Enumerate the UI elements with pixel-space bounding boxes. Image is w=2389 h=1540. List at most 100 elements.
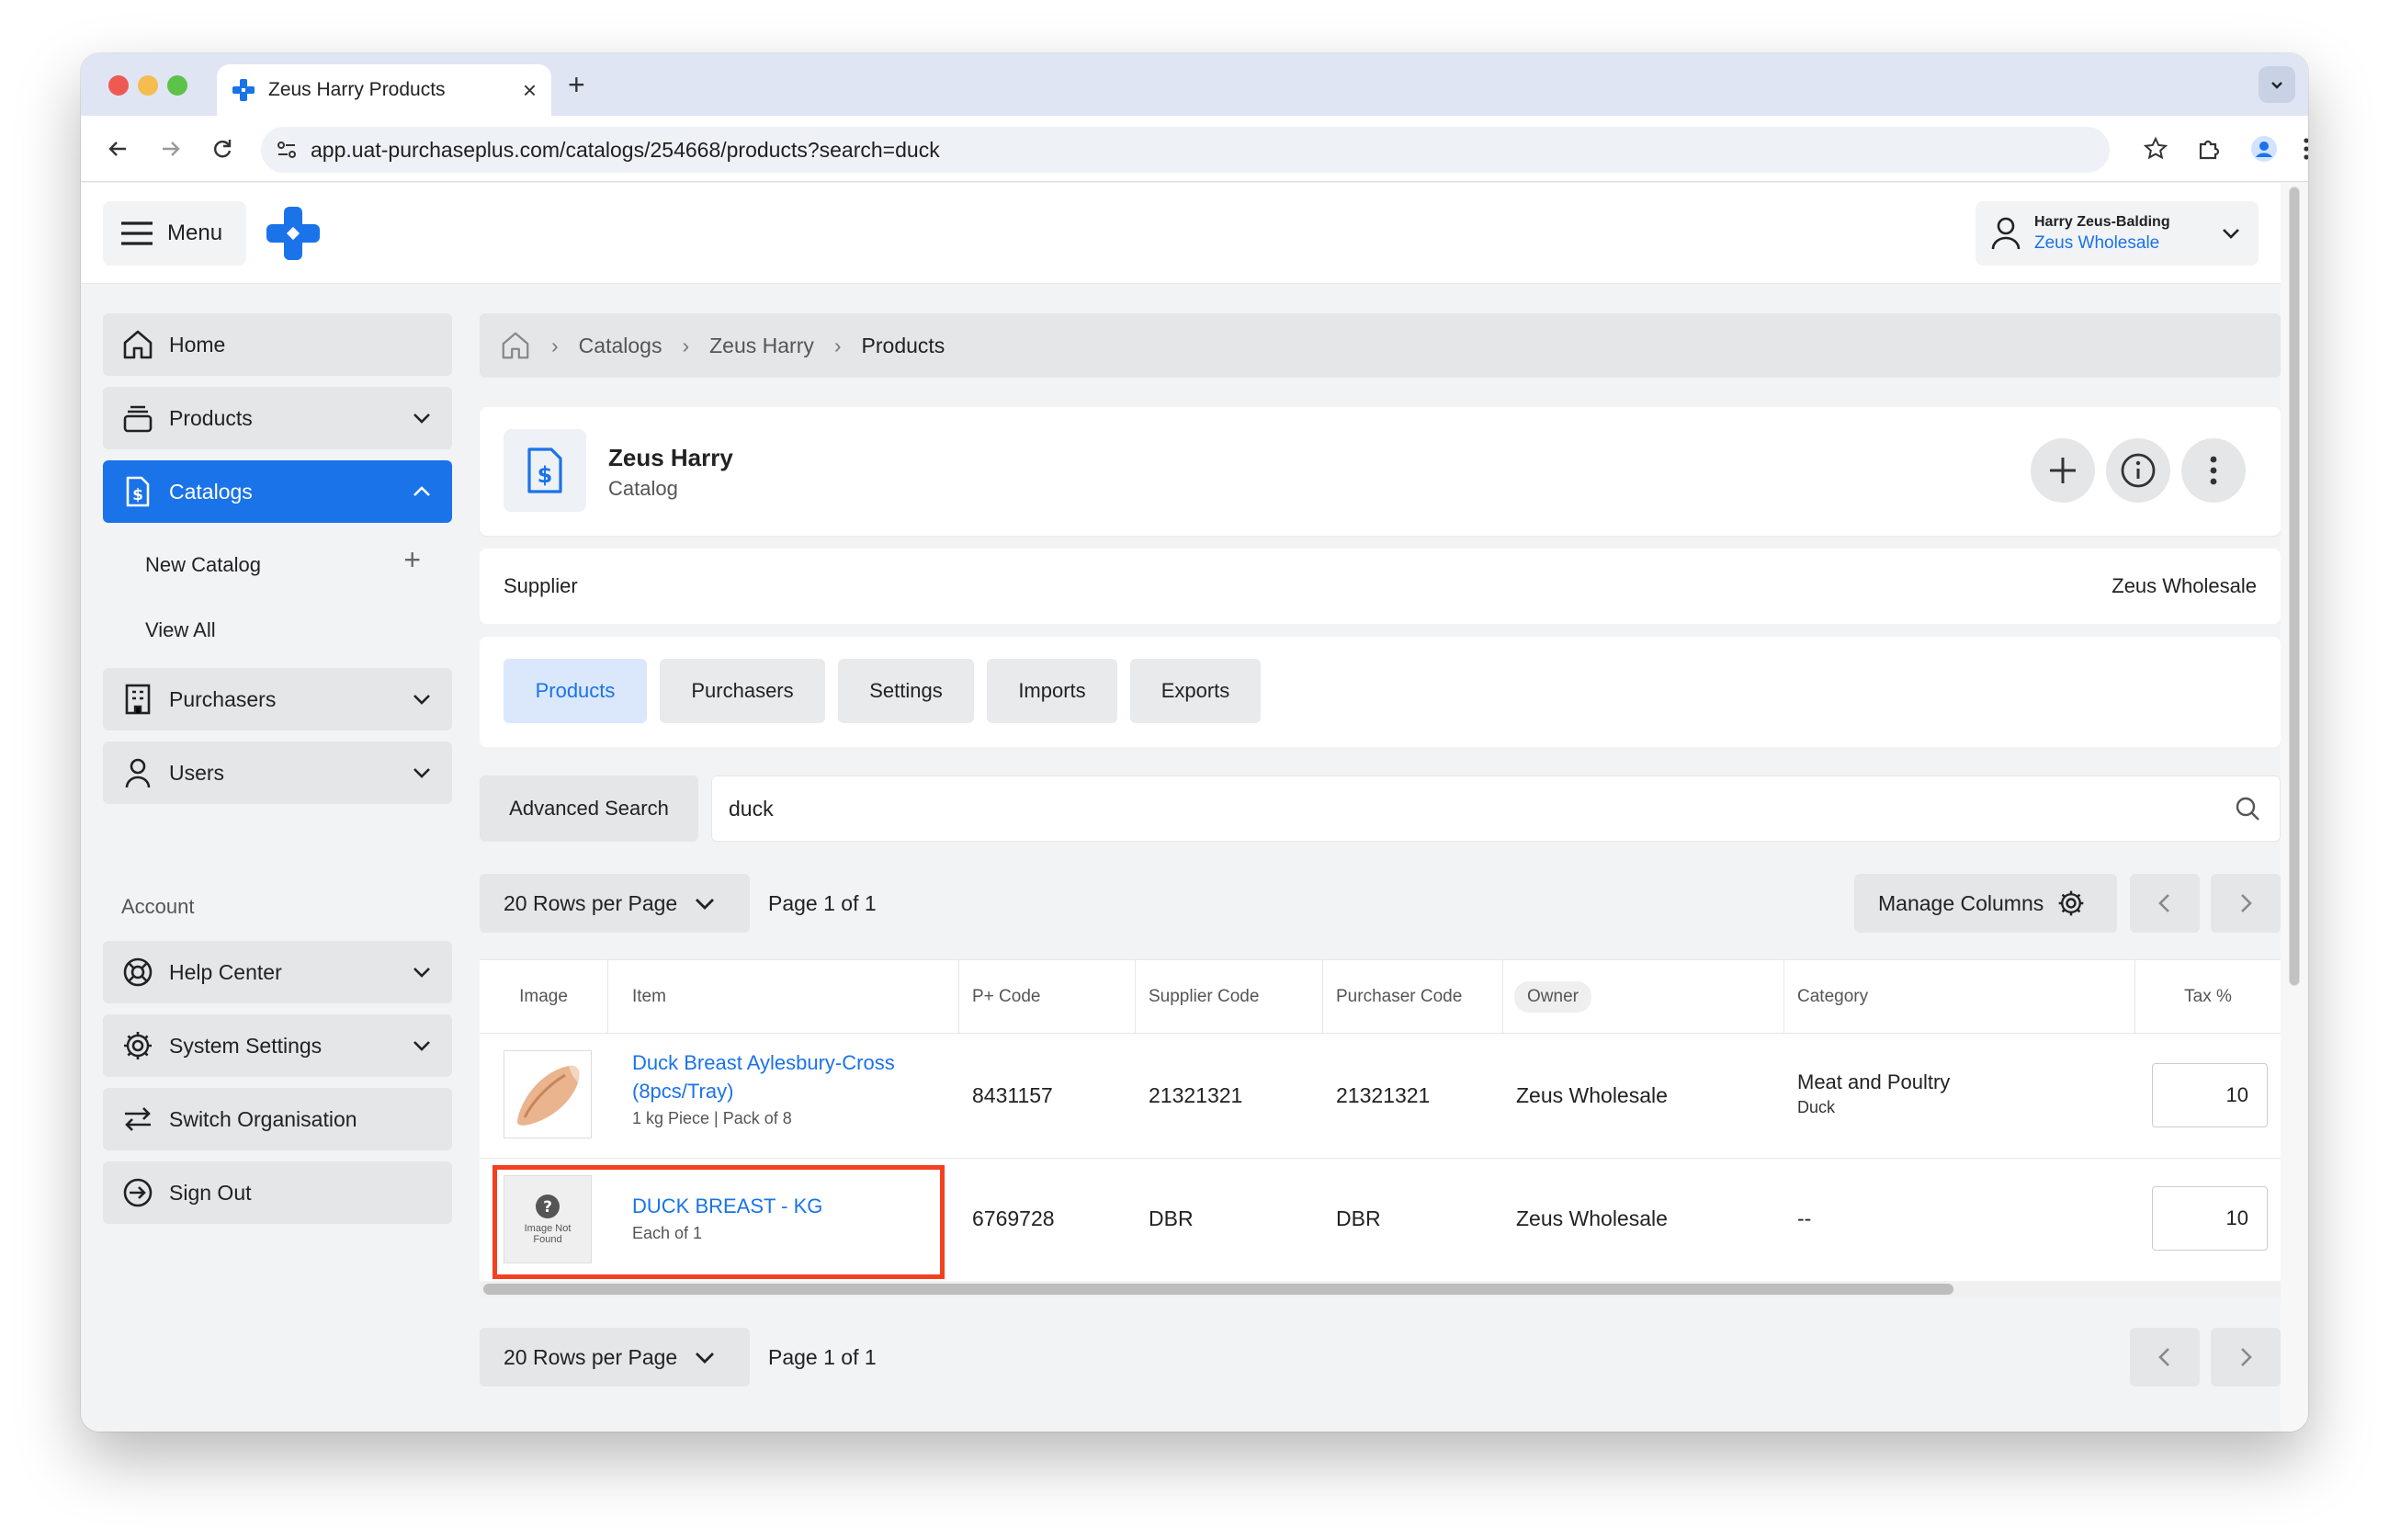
rows-per-page-select-bottom[interactable]: 20 Rows per Page [480,1328,750,1387]
add-button[interactable] [2031,438,2095,503]
table-horizontal-scrollbar[interactable] [480,1282,2281,1297]
user-organisation: Zeus Wholesale [2034,232,2160,253]
sidebar-subitem-new-catalog[interactable]: New Catalog + [145,543,452,585]
breadcrumb-catalogs[interactable]: Catalogs [579,334,662,358]
more-options-button[interactable] [2181,438,2246,503]
sidebar-item-sign-out[interactable]: Sign Out [103,1161,452,1224]
sidebar-item-switch-organisation[interactable]: Switch Organisation [103,1088,452,1150]
supplier-row: Supplier Zeus Wholesale [480,549,2281,624]
scrollbar-thumb[interactable] [2289,187,2300,986]
rows-per-page-label: 20 Rows per Page [504,1344,678,1369]
scrollbar-thumb[interactable] [483,1284,1953,1295]
category-name: Meat and Poultry [1797,1070,1951,1093]
chevron-right-icon [2241,894,2252,912]
catalog-subtitle: Catalog [608,477,678,500]
next-page-button-bottom[interactable] [2211,1328,2281,1387]
catalog-tabs: Products Purchasers Settings Imports Exp… [480,637,2281,747]
rows-per-page-label: 20 Rows per Page [504,890,678,915]
forward-button[interactable] [154,132,187,165]
sidebar-item-users[interactable]: Users [103,742,452,804]
manage-columns-button[interactable]: Manage Columns [1854,874,2117,933]
sidebar-item-catalogs[interactable]: $ Catalogs [103,460,452,523]
chevron-down-icon [696,1353,715,1364]
favicon-icon [232,79,255,101]
back-button[interactable] [101,132,134,165]
extensions-button[interactable] [2192,132,2225,165]
maximize-window-button[interactable] [167,75,187,96]
url-text: app.uat-purchaseplus.com/catalogs/254668… [311,137,940,162]
site-settings-icon [277,142,296,158]
sidebar-item-products[interactable]: Products [103,387,452,449]
user-name: Harry Zeus-Balding [2034,213,2170,230]
tab-search-button[interactable] [2259,66,2295,103]
catalog-title: Zeus Harry [608,444,733,471]
breadcrumb-catalog-name[interactable]: Zeus Harry [709,334,814,358]
minimize-window-button[interactable] [138,75,158,96]
user-menu[interactable]: Harry Zeus-Balding Zeus Wholesale [1976,201,2259,266]
rows-per-page-select[interactable]: 20 Rows per Page [480,874,750,933]
tab-products[interactable]: Products [504,659,647,723]
next-page-button[interactable] [2211,874,2281,933]
product-image[interactable] [504,1050,592,1138]
tab-close-icon[interactable]: × [523,76,537,105]
sidebar-item-label: Switch Organisation [169,1106,357,1131]
sidebar-subitem-view-all[interactable]: View All [145,610,452,651]
address-bar: app.uat-purchaseplus.com/catalogs/254668… [81,116,2308,182]
app-logo[interactable] [266,207,320,265]
browser-tab[interactable]: Zeus Harry Products × [217,64,551,116]
breadcrumb-separator-icon: › [551,333,559,357]
previous-page-button-bottom[interactable] [2130,1328,2200,1387]
breadcrumb-separator-icon: › [682,333,690,357]
product-name-link[interactable]: Duck Breast Aylesbury-Cross (8pcs/Tray) [632,1048,945,1105]
sidebar-item-label: Products [169,405,253,430]
close-window-button[interactable] [108,75,129,96]
p-code-cell: 6769728 [972,1206,1055,1230]
catalog-dollar-icon: $ [126,476,150,507]
page-vertical-scrollbar[interactable] [2281,183,2308,1432]
p-code-cell: 8431157 [972,1083,1053,1107]
home-icon[interactable] [500,330,531,361]
search-icon[interactable] [2234,795,2261,822]
plus-icon[interactable]: + [403,543,421,577]
owner-cell: Zeus Wholesale [1516,1206,1668,1230]
plus-icon [2050,458,2076,483]
tab-exports[interactable]: Exports [1130,659,1261,723]
breadcrumb-separator-icon: › [833,333,842,357]
page-indicator-bottom: Page 1 of 1 [768,1345,877,1369]
reload-button[interactable] [206,132,239,165]
duck-breast-image [516,1065,580,1126]
info-button[interactable] [2106,438,2170,503]
browser-window: Zeus Harry Products × + app.uat-purchase… [81,53,2308,1432]
tax-input[interactable]: 10 [2152,1063,2268,1127]
tab-imports[interactable]: Imports [987,659,1117,723]
chevron-up-icon [413,486,430,496]
tab-settings[interactable]: Settings [838,659,974,723]
subcategory-name: Duck [1797,1098,1836,1116]
sidebar-item-home[interactable]: Home [103,313,452,376]
sidebar-section-account: Account [121,895,195,918]
sidebar-item-system-settings[interactable]: System Settings [103,1014,452,1077]
menu-button[interactable]: Menu [103,201,246,266]
building-icon [125,684,151,715]
url-field[interactable]: app.uat-purchaseplus.com/catalogs/254668… [261,127,2110,173]
profile-button[interactable] [2247,132,2281,165]
table-row[interactable]: Duck Breast Aylesbury-Cross (8pcs/Tray) … [480,1034,2281,1159]
chevron-down-icon [2223,229,2239,239]
sidebar-item-purchasers[interactable]: Purchasers [103,668,452,730]
highlight-annotation-box [493,1165,945,1279]
sidebar-item-help-center[interactable]: Help Center [103,941,452,1003]
chevron-down-icon [413,768,430,778]
new-tab-icon[interactable]: + [568,68,585,102]
previous-page-button[interactable] [2130,874,2200,933]
kebab-menu-icon [2210,456,2217,485]
profile-avatar-icon [2251,136,2277,162]
sign-out-icon [123,1178,153,1207]
search-input[interactable]: duck [711,776,2281,842]
home-icon [123,330,153,359]
advanced-search-button[interactable]: Advanced Search [480,776,698,842]
gear-icon [2058,890,2084,916]
browser-menu-button[interactable] [2290,132,2308,165]
bookmark-button[interactable] [2139,132,2172,165]
tax-input[interactable]: 10 [2152,1186,2268,1251]
tab-purchasers[interactable]: Purchasers [660,659,825,723]
